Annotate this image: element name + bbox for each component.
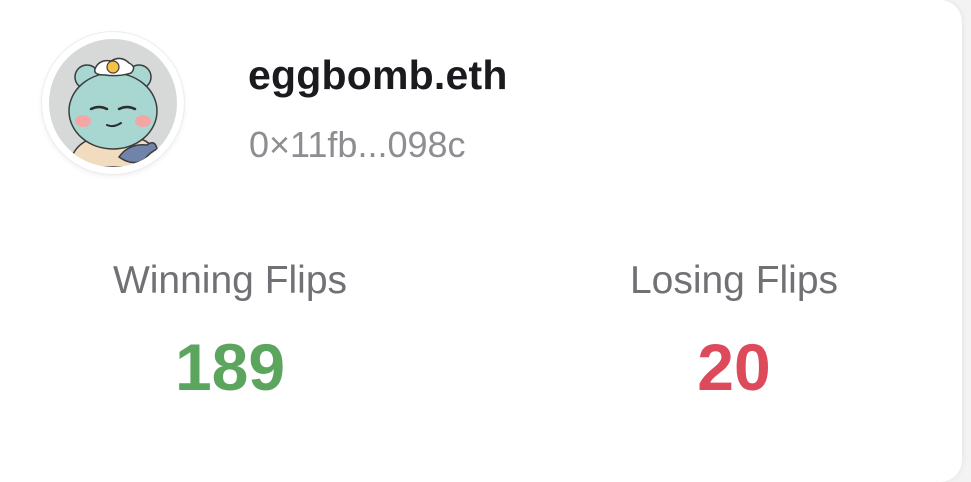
losing-flips-stat: Losing Flips 20	[584, 259, 884, 404]
display-name: eggbomb.eth	[248, 52, 508, 98]
winning-flips-value: 189	[174, 330, 286, 404]
winning-flips-label: Winning Flips	[112, 259, 348, 302]
profile-stats-card: eggbomb.eth 0×11fb...098c Winning Flips …	[0, 0, 962, 482]
winning-flips-stat: Winning Flips 189	[80, 259, 380, 404]
wallet-address[interactable]: 0×11fb...098c	[249, 124, 466, 166]
bear-with-fried-egg-avatar-icon	[49, 39, 177, 167]
avatar[interactable]	[42, 32, 184, 174]
losing-flips-label: Losing Flips	[629, 259, 839, 302]
losing-flips-value: 20	[697, 330, 771, 404]
